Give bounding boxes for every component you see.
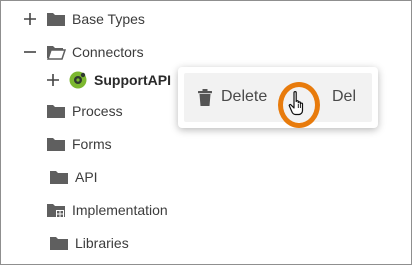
folder-open-icon [46, 44, 66, 60]
folder-icon [46, 11, 66, 27]
folder-icon [49, 235, 69, 251]
expand-plus-icon[interactable] [22, 11, 38, 27]
tree-item-label: Implementation [72, 202, 168, 218]
tree-panel: Base Types Connectors SupportAPI Process… [0, 0, 412, 265]
api-connector-icon [68, 70, 88, 90]
folder-icon [46, 103, 66, 119]
tree-item-base-types[interactable]: Base Types [46, 7, 145, 31]
tree-item-forms[interactable]: Forms [46, 132, 112, 156]
tree-item-label: SupportAPI [94, 72, 171, 88]
tree-item-support-api[interactable]: SupportAPI [68, 68, 171, 92]
tree-item-connectors[interactable]: Connectors [46, 40, 144, 64]
collapse-minus-icon[interactable] [22, 44, 38, 60]
tree-item-label: Base Types [72, 11, 145, 27]
delete-label: Delete [221, 88, 268, 105]
tree-item-libraries[interactable]: Libraries [49, 231, 129, 255]
folder-icon [49, 169, 69, 185]
delete-shortcut: Del [331, 88, 356, 105]
tree-item-process[interactable]: Process [46, 99, 123, 123]
tree-item-label: Libraries [75, 235, 129, 251]
folder-icon [46, 136, 66, 152]
tree-item-implementation[interactable]: Implementation [46, 198, 168, 222]
trash-icon [197, 89, 213, 112]
tree-item-label: Connectors [72, 44, 144, 60]
tree-item-label: Process [72, 103, 123, 119]
tree-item-label: Forms [72, 136, 112, 152]
hand-cursor-icon [288, 90, 308, 121]
folder-grid-icon [46, 202, 66, 218]
tree-item-api[interactable]: API [49, 165, 98, 189]
tree-item-label: API [75, 169, 98, 185]
expand-plus-icon[interactable] [45, 72, 61, 88]
